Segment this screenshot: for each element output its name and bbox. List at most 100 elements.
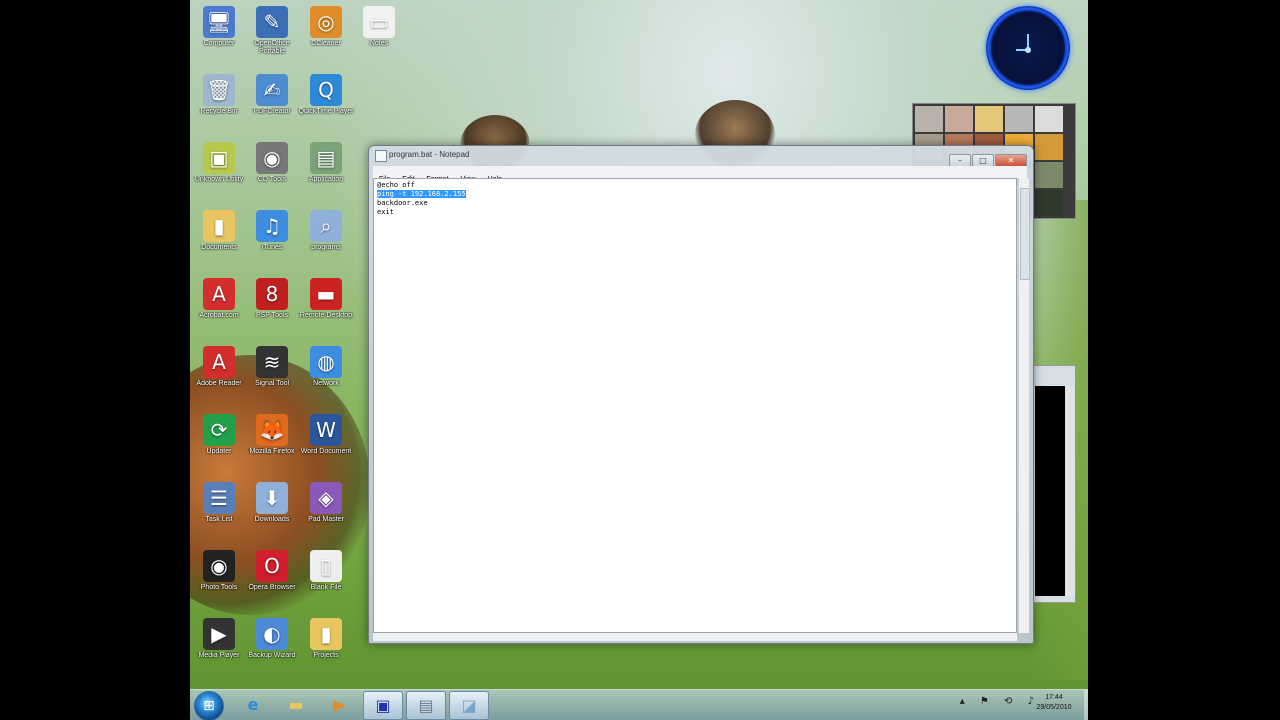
- desktop-icon[interactable]: ♫ iTunes: [243, 204, 301, 270]
- desktop-icon[interactable]: Q QuickTime Player: [297, 68, 355, 134]
- desktop-icon[interactable]: 🖥 Computer: [190, 0, 248, 66]
- desktop-icon[interactable]: ◎ CCleaner: [297, 0, 355, 66]
- desktop-icon-image: ♫: [256, 210, 288, 242]
- desktop-icon-label: PSP Tools: [255, 312, 289, 319]
- desktop-icon[interactable]: ⌕ programs: [297, 204, 355, 270]
- desktop-icon[interactable]: A Adobe Reader: [190, 340, 248, 406]
- puzzle-tile[interactable]: [945, 106, 973, 132]
- desktop-icon[interactable]: ⬇ Downloads: [243, 476, 301, 542]
- desktop-icon-image: ▶: [203, 618, 235, 650]
- puzzle-tile[interactable]: [1035, 190, 1063, 216]
- horizontal-scrollbar[interactable]: [373, 633, 1017, 641]
- taskbar-explorer-button[interactable]: ▬: [277, 691, 315, 718]
- media-player-icon: ▶: [332, 695, 346, 714]
- vertical-scrollbar-thumb[interactable]: [1020, 188, 1030, 280]
- desktop-icon-image: ▣: [203, 142, 235, 174]
- clock-date: 29/05/2010: [1036, 704, 1072, 711]
- desktop-icon-image: ▬: [310, 278, 342, 310]
- desktop-icon-label: PDFCreator: [253, 108, 291, 115]
- desktop-icon[interactable]: ▶ Media Player: [190, 612, 248, 678]
- desktop-icon-image: O: [256, 550, 288, 582]
- desktop-icon[interactable]: 🦊 Mozilla Firefox: [243, 408, 301, 474]
- desktop-icon[interactable]: ▭ Notes: [350, 0, 408, 66]
- desktop-icon-image: ⟳: [203, 414, 235, 446]
- side-gadget-scrollbar[interactable]: [1066, 386, 1074, 596]
- puzzle-tile[interactable]: [975, 106, 1003, 132]
- desktop-icon-image: ☰: [203, 482, 235, 514]
- desktop-icon-image: ◉: [203, 550, 235, 582]
- clock-gadget[interactable]: [986, 6, 1070, 90]
- text-line-1: @echo off: [377, 181, 415, 189]
- desktop-icon[interactable]: A Acrobat.com: [190, 272, 248, 338]
- desktop-icon-label: Network: [313, 380, 339, 387]
- desktop-icon-label: programs: [311, 244, 341, 251]
- show-desktop-button[interactable]: [1084, 690, 1088, 720]
- desktop-icon[interactable]: O Opera Browser: [243, 544, 301, 610]
- desktop-icon[interactable]: ◉ CD Tools: [243, 136, 301, 202]
- desktop-icon[interactable]: ▣ Unknown Utility: [190, 136, 248, 202]
- vertical-scrollbar[interactable]: [1018, 178, 1030, 633]
- desktop-icon-label: OpenOffice Portable: [254, 40, 290, 55]
- ie-icon: e: [247, 695, 259, 714]
- desktop-icon[interactable]: ✎ OpenOffice Portable: [243, 0, 301, 66]
- desktop-icon-label: Projects: [313, 652, 339, 659]
- cmd-icon: ▣: [375, 696, 391, 715]
- taskbar-media-player-button[interactable]: ▶: [320, 691, 358, 718]
- desktop-icon-label: Task List: [205, 516, 233, 523]
- desktop-icon[interactable]: W Word Document: [297, 408, 355, 474]
- window-title: program.bat - Notepad: [389, 150, 470, 159]
- desktop-icon-label: Application: [308, 176, 344, 183]
- taskbar-cmd-button[interactable]: ▣: [363, 691, 403, 720]
- desktop-icon-image: ◈: [310, 482, 342, 514]
- folder-icon: ▬: [288, 695, 304, 714]
- text-line-3: backdoor.exe: [377, 199, 428, 207]
- editor-text[interactable]: @echo off ping -t 192.168.2.155 backdoor…: [374, 179, 1016, 219]
- desktop-icon-image: ✍: [256, 74, 288, 106]
- desktop-icon-label: CCleaner: [311, 40, 341, 47]
- desktop-icon-label: Mozilla Firefox: [249, 448, 295, 455]
- desktop-icon[interactable]: ◍ Network: [297, 340, 355, 406]
- desktop-icon-label: Blank File: [310, 584, 342, 591]
- desktop-icon-image: 🦊: [256, 414, 288, 446]
- start-button[interactable]: ⊞: [194, 691, 224, 720]
- desktop-icon[interactable]: ▯ Blank File: [297, 544, 355, 610]
- desktop-icon[interactable]: ▮ Projects: [297, 612, 355, 678]
- puzzle-tile[interactable]: [1035, 134, 1063, 160]
- puzzle-tile[interactable]: [1035, 106, 1063, 132]
- desktop-icon-label: QuickTime Player: [298, 108, 354, 115]
- desktop-icon-image: ▤: [310, 142, 342, 174]
- clock-time: 17:44: [1045, 694, 1063, 701]
- desktop-icon[interactable]: ≋ Signal Tool: [243, 340, 301, 406]
- desktop-icon-image: A: [203, 278, 235, 310]
- desktop-icon-image: 8: [256, 278, 288, 310]
- taskbar-notepad-button[interactable]: ▤: [406, 691, 446, 720]
- puzzle-tile[interactable]: [915, 106, 943, 132]
- taskbar: ⊞ e ▬ ▶ ▣ ▤ ◪ ▴ ⚑ ⟲ ♪ 17:44 29/05/2010: [190, 689, 1088, 720]
- desktop-icon[interactable]: ▮ Documents: [190, 204, 248, 270]
- desktop-icon-image: 🗑: [203, 74, 235, 106]
- desktop-icon[interactable]: ☰ Task List: [190, 476, 248, 542]
- desktop-icon-label: Adobe Reader: [196, 380, 242, 387]
- text-editor[interactable]: @echo off ping -t 192.168.2.155 backdoor…: [373, 178, 1017, 633]
- puzzle-tile[interactable]: [1005, 106, 1033, 132]
- puzzle-tile[interactable]: [1035, 162, 1063, 188]
- desktop-icon[interactable]: ▤ Application: [297, 136, 355, 202]
- side-gadget-window[interactable]: [1032, 365, 1076, 603]
- desktop-icon[interactable]: 8 PSP Tools: [243, 272, 301, 338]
- taskbar-clock[interactable]: 17:44 29/05/2010: [1024, 693, 1084, 713]
- desktop-icon-image: ≋: [256, 346, 288, 378]
- desktop-icon[interactable]: ◈ Pad Master: [297, 476, 355, 542]
- desktop-icon[interactable]: ✍ PDFCreator: [243, 68, 301, 134]
- taskbar-ie-button[interactable]: e: [234, 691, 272, 718]
- taskbar-app-button[interactable]: ◪: [449, 691, 489, 720]
- desktop-icon[interactable]: ◉ Photo Tools: [190, 544, 248, 610]
- desktop-icon[interactable]: ⟳ Updater: [190, 408, 248, 474]
- desktop-icon-label: Pad Master: [308, 516, 344, 523]
- desktop-icon[interactable]: ◐ Backup Wizard: [243, 612, 301, 678]
- notepad-window[interactable]: program.bat - Notepad –□✕ FileEditFormat…: [368, 145, 1034, 644]
- desktop-icon[interactable]: ▬ Remote Desktop: [297, 272, 355, 338]
- desktop-icon[interactable]: 🗑 Recycle Bin: [190, 68, 248, 134]
- desktop-icon-image: ▮: [310, 618, 342, 650]
- desktop-icon-label: Signal Tool: [254, 380, 290, 387]
- desktop-icon-label: Acrobat.com: [199, 312, 239, 319]
